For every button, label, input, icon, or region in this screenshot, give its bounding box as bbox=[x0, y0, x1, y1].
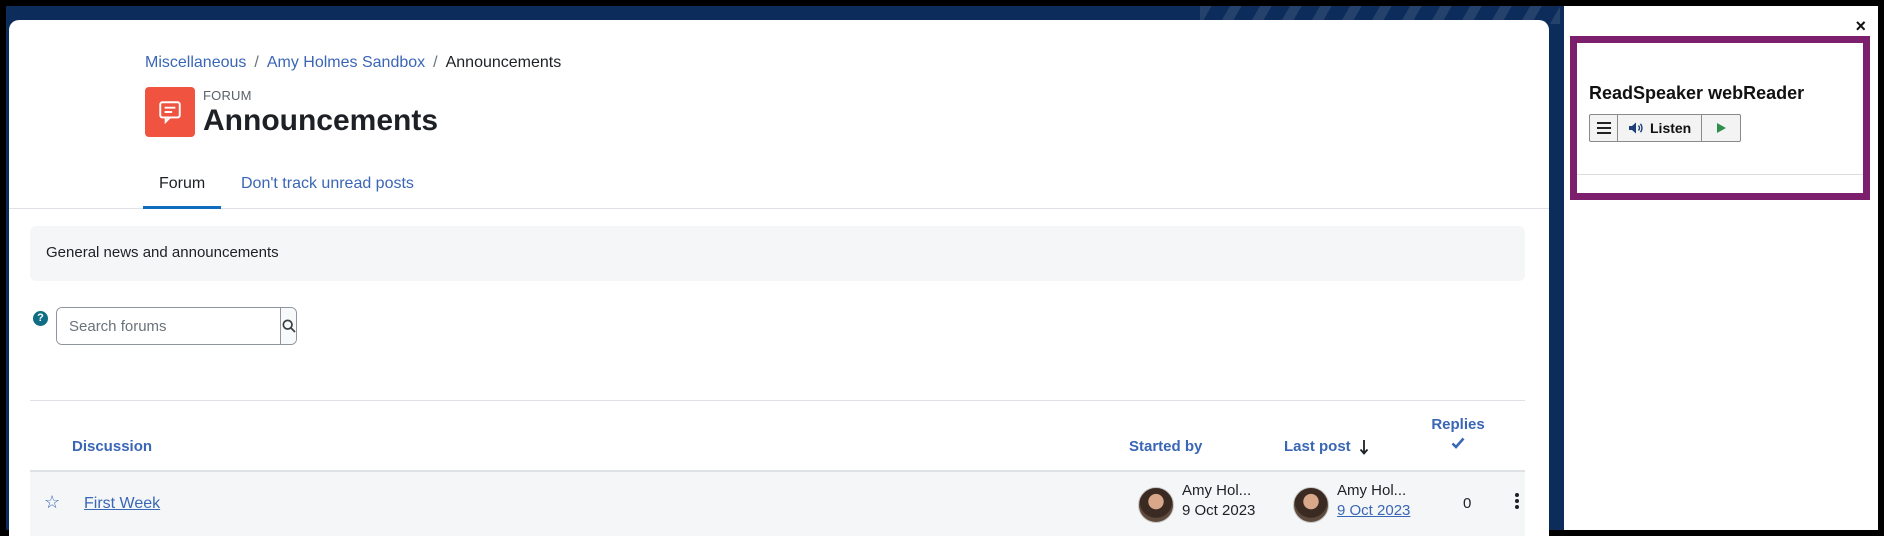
column-header-replies[interactable]: Replies bbox=[1429, 416, 1487, 453]
replies-count: 0 bbox=[1463, 495, 1472, 512]
close-icon[interactable]: × bbox=[1855, 16, 1866, 37]
discussion-link[interactable]: First Week bbox=[84, 495, 160, 513]
panel-divider bbox=[1577, 174, 1863, 175]
page-title: Announcements bbox=[203, 104, 439, 137]
table-divider bbox=[30, 400, 1525, 401]
column-header-replies-label: Replies bbox=[1431, 416, 1485, 433]
breadcrumb-current: Announcements bbox=[445, 54, 562, 71]
star-icon[interactable]: ☆ bbox=[44, 492, 60, 513]
play-icon[interactable] bbox=[1702, 115, 1740, 141]
started-date: 9 Oct 2023 bbox=[1182, 502, 1256, 519]
readspeaker-title: ReadSpeaker webReader bbox=[1589, 83, 1805, 103]
forum-icon bbox=[145, 87, 195, 137]
last-post-name: Amy Hol... bbox=[1337, 482, 1407, 499]
help-icon[interactable]: ? bbox=[33, 311, 48, 326]
started-by-name: Amy Hol... bbox=[1182, 482, 1252, 499]
forum-page: Miscellaneous / Amy Holmes Sandbox / Ann… bbox=[9, 20, 1549, 536]
breadcrumb-separator: / bbox=[254, 54, 259, 71]
column-header-last-post[interactable]: Last post bbox=[1284, 438, 1369, 455]
breadcrumb-link-sandbox[interactable]: Amy Holmes Sandbox bbox=[267, 54, 425, 72]
listen-button[interactable]: Listen bbox=[1618, 115, 1703, 141]
more-actions-icon[interactable] bbox=[1513, 492, 1521, 512]
last-post-date-link[interactable]: 9 Oct 2023 bbox=[1337, 502, 1410, 519]
readspeaker-panel: × ReadSpeaker webReader Listen bbox=[1564, 6, 1878, 530]
avatar[interactable] bbox=[1138, 487, 1174, 523]
page-kicker: FORUM bbox=[203, 88, 252, 103]
search-icon bbox=[282, 319, 296, 333]
menu-icon[interactable] bbox=[1590, 115, 1618, 141]
sort-descending-icon bbox=[1359, 439, 1368, 455]
forum-description: General news and announcements bbox=[30, 226, 1525, 281]
tab-forum[interactable]: Forum bbox=[143, 165, 222, 209]
column-header-discussion[interactable]: Discussion bbox=[72, 438, 152, 455]
breadcrumb-link-miscellaneous[interactable]: Miscellaneous bbox=[145, 54, 246, 72]
table-row: ☆ First Week Amy Hol... 9 Oct 2023 Amy H… bbox=[30, 470, 1525, 536]
speaker-icon bbox=[1629, 122, 1643, 134]
tab-dont-track-unread[interactable]: Don't track unread posts bbox=[225, 165, 430, 209]
breadcrumb: Miscellaneous / Amy Holmes Sandbox / Ann… bbox=[145, 54, 561, 72]
readspeaker-player: Listen bbox=[1589, 114, 1742, 142]
listen-label: Listen bbox=[1650, 120, 1692, 136]
breadcrumb-separator: / bbox=[433, 54, 438, 71]
column-header-last-post-label: Last post bbox=[1284, 438, 1351, 455]
search-input[interactable] bbox=[57, 308, 280, 344]
search-box bbox=[56, 307, 297, 345]
column-header-started-by[interactable]: Started by bbox=[1129, 438, 1202, 455]
search-button[interactable] bbox=[280, 308, 296, 344]
check-icon bbox=[1451, 437, 1465, 449]
forum-tabs: Forum Don't track unread posts bbox=[9, 165, 1549, 209]
avatar[interactable] bbox=[1293, 487, 1329, 523]
readspeaker-box: ReadSpeaker webReader Listen bbox=[1570, 36, 1870, 200]
